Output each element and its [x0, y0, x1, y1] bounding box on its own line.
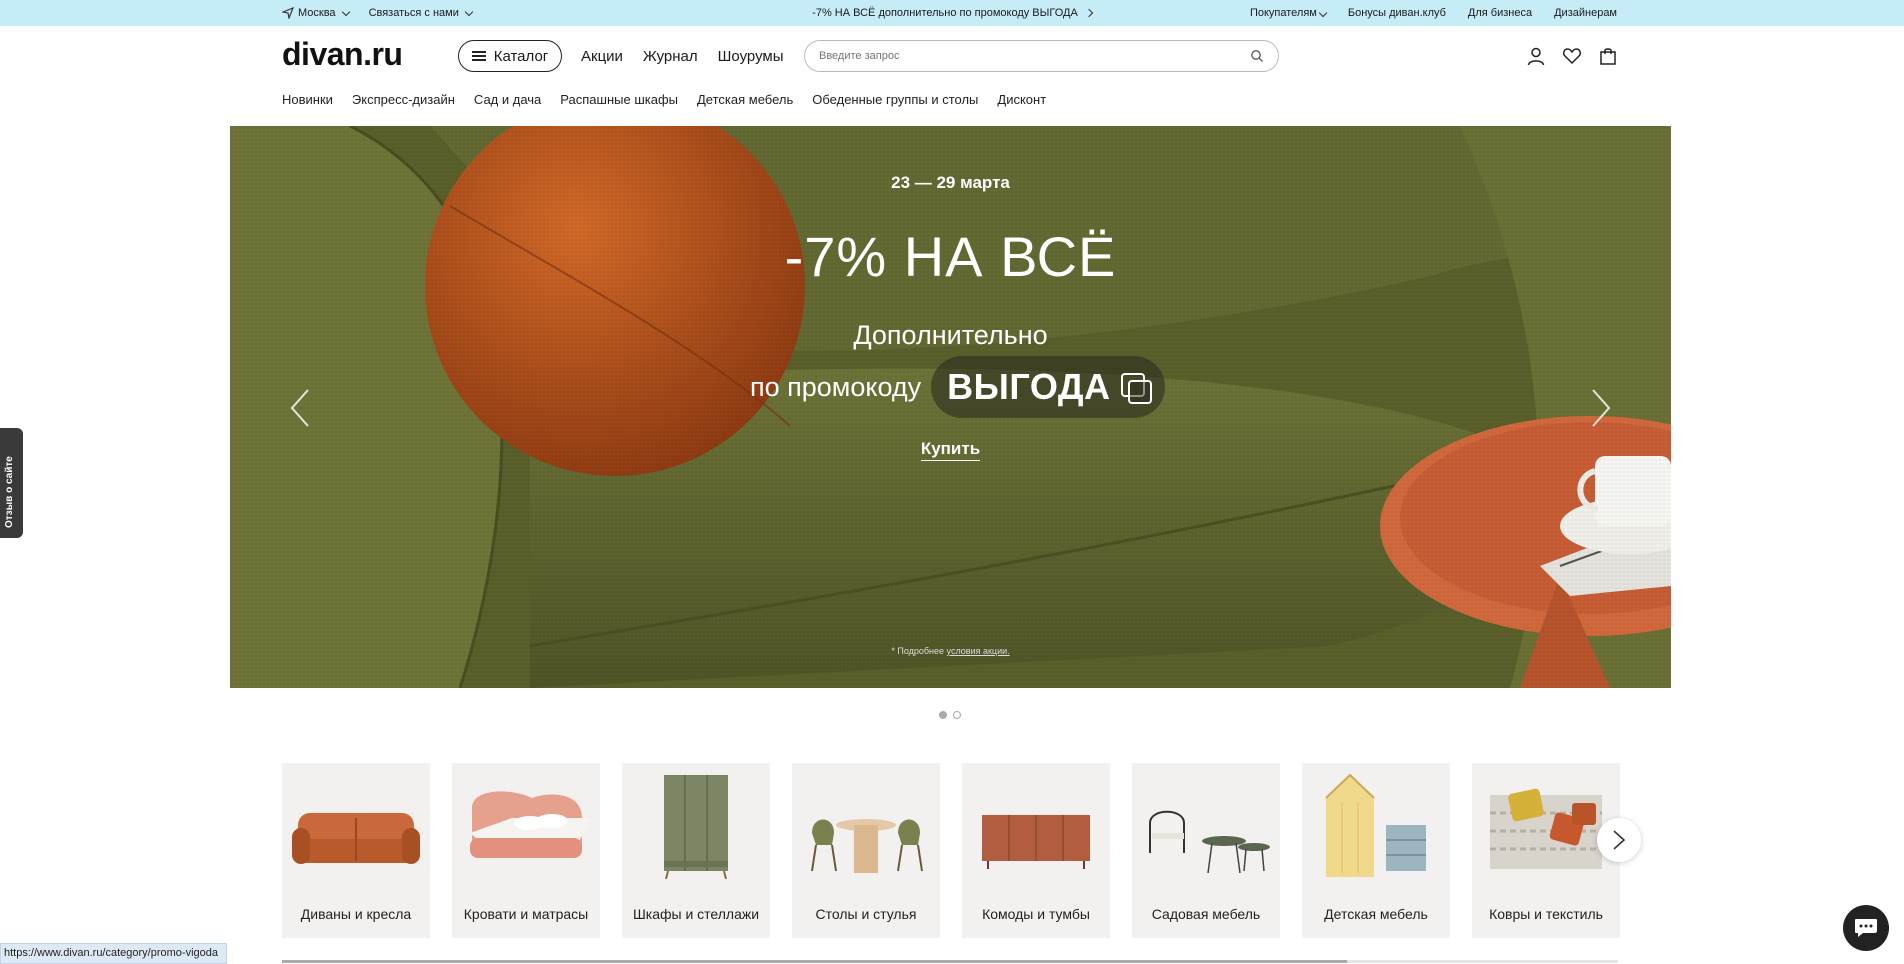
chevron-down-icon	[341, 7, 350, 16]
topbar-link-customers[interactable]: Покупателям	[1249, 7, 1328, 19]
carousel-dot[interactable]	[953, 711, 961, 719]
chevron-down-icon	[1318, 8, 1328, 18]
category-card-garden[interactable]: Садовая мебель	[1132, 763, 1280, 938]
header-icons	[1526, 46, 1618, 66]
subnav-wardrobes[interactable]: Распашные шкафы	[560, 92, 678, 107]
top-promo-text: -7% НА ВСЁ дополнительно по промокоду ВЫ…	[812, 7, 1078, 19]
status-bar-url: https://www.divan.ru/category/promo-vigo…	[0, 943, 227, 964]
hero-headline: -7% НА ВСЁ	[784, 225, 1117, 288]
menu-icon	[471, 51, 486, 61]
site-logo[interactable]: divan.ru	[282, 36, 403, 73]
dresser-icon	[982, 815, 1090, 869]
category-label: Шкафы и стеллажи	[632, 906, 760, 922]
city-label: Москва	[298, 7, 336, 19]
subnav-garden[interactable]: Сад и дача	[474, 92, 541, 107]
subnav-express-design[interactable]: Экспресс-дизайн	[352, 92, 455, 107]
wardrobe-icon	[664, 775, 728, 880]
hero-subline: Дополнительно	[853, 320, 1048, 350]
topbar-link-bonus[interactable]: Бонусы диван.клуб	[1348, 7, 1446, 19]
promo-code-row: по промокоду ВЫГОДА	[750, 356, 1165, 418]
subnav-new[interactable]: Новинки	[282, 92, 333, 107]
hero-banner[interactable]: 23 — 29 марта -7% НА ВСЁ Дополнительно п…	[230, 126, 1671, 688]
category-label: Садовая мебель	[1151, 906, 1261, 922]
terms-prefix: * Подробнее	[891, 646, 945, 656]
topbar-link-business[interactable]: Для бизнеса	[1468, 7, 1532, 19]
chevron-down-icon	[464, 7, 474, 16]
category-label: Ковры и текстиль	[1489, 906, 1603, 922]
category-next-button[interactable]	[1597, 818, 1641, 862]
search-bar	[804, 40, 1279, 72]
carousel-dots	[939, 711, 961, 719]
scrollbar-thumb[interactable]	[282, 960, 1347, 963]
subnav-discount[interactable]: Дисконт	[997, 92, 1046, 107]
rugs-icon	[1490, 788, 1602, 869]
category-subnav: Новинки Экспресс-дизайн Сад и дача Распа…	[282, 92, 1046, 107]
category-card-wardrobes[interactable]: Шкафы и стеллажи	[622, 763, 770, 938]
category-card-tables[interactable]: Столы и стулья	[792, 763, 940, 938]
category-card-beds[interactable]: Кровати и матрасы	[452, 763, 600, 938]
hero-date: 23 — 29 марта	[891, 173, 1010, 192]
promo-code-copy[interactable]: ВЫГОДА	[931, 356, 1165, 418]
category-label: Столы и стулья	[815, 906, 917, 922]
chevron-left-icon[interactable]	[286, 388, 316, 428]
chat-bubble-icon	[1855, 919, 1877, 937]
search-input[interactable]	[819, 50, 1250, 62]
category-card-dressers[interactable]: Комоды и тумбы	[962, 763, 1110, 938]
cart-bag-icon[interactable]	[1598, 46, 1618, 66]
bed-icon	[470, 791, 592, 858]
category-card-sofas[interactable]: Диваны и кресла	[282, 763, 430, 938]
category-label: Диваны и кресла	[300, 906, 412, 922]
terms-link[interactable]: условия акции.	[947, 646, 1010, 656]
category-card-rugs[interactable]: Ковры и текстиль	[1472, 763, 1620, 938]
topbar-link-label: Покупателям	[1249, 7, 1317, 19]
catalog-button[interactable]: Каталог	[458, 40, 562, 72]
top-bar: Москва Связаться с нами -7% НА ВСЁ допол…	[0, 0, 1904, 26]
chevron-right-icon	[1613, 830, 1626, 850]
category-label: Детская мебель	[1324, 906, 1428, 922]
sofa-icon	[292, 813, 420, 864]
feedback-label: Отзыв о сайте	[4, 456, 15, 528]
user-icon[interactable]	[1526, 46, 1546, 66]
subnav-kids[interactable]: Детская мебель	[697, 92, 793, 107]
table-chairs-icon	[811, 819, 923, 873]
search-icon[interactable]	[1250, 49, 1264, 63]
nav-promotions[interactable]: Акции	[581, 48, 623, 65]
copy-icon	[1120, 373, 1152, 404]
category-label: Комоды и тумбы	[982, 906, 1090, 922]
main-nav: Акции Журнал Шоурумы	[581, 48, 784, 65]
carousel-dot[interactable]	[939, 711, 947, 719]
feedback-tab[interactable]: Отзыв о сайте	[0, 428, 23, 538]
category-label: Кровати и матрасы	[463, 906, 589, 922]
top-promo-link[interactable]: -7% НА ВСЁ дополнительно по промокоду ВЫ…	[812, 7, 1094, 19]
category-scrollbar[interactable]	[282, 960, 1618, 963]
terms-note: * Подробнее условия акции.	[230, 646, 1671, 656]
heart-icon[interactable]	[1562, 46, 1582, 66]
city-selector[interactable]: Москва	[282, 7, 350, 19]
location-arrow-icon	[282, 7, 294, 19]
chevron-right-icon	[1084, 8, 1094, 18]
category-card-kids[interactable]: Детская мебель	[1302, 763, 1450, 938]
buy-link[interactable]: Купить	[920, 439, 981, 461]
catalog-label: Каталог	[493, 47, 549, 65]
topbar-link-designers[interactable]: Дизайнерам	[1554, 7, 1617, 19]
nav-showrooms[interactable]: Шоурумы	[718, 48, 784, 65]
kids-furniture-icon	[1325, 773, 1426, 877]
contact-dropdown[interactable]: Связаться с нами	[368, 7, 474, 19]
chat-button[interactable]	[1843, 905, 1889, 951]
nav-journal[interactable]: Журнал	[643, 48, 698, 65]
garden-furniture-icon	[1149, 810, 1270, 874]
subnav-dining[interactable]: Обеденные группы и столы	[812, 92, 978, 107]
contact-label: Связаться с нами	[368, 7, 459, 19]
promo-code-text: ВЫГОДА	[947, 366, 1111, 407]
category-carousel: Диваны и кресла Кровати и матрасы Шкафы …	[282, 763, 1620, 938]
chevron-right-icon[interactable]	[1585, 388, 1615, 428]
promo-prefix: по промокоду	[750, 371, 922, 402]
